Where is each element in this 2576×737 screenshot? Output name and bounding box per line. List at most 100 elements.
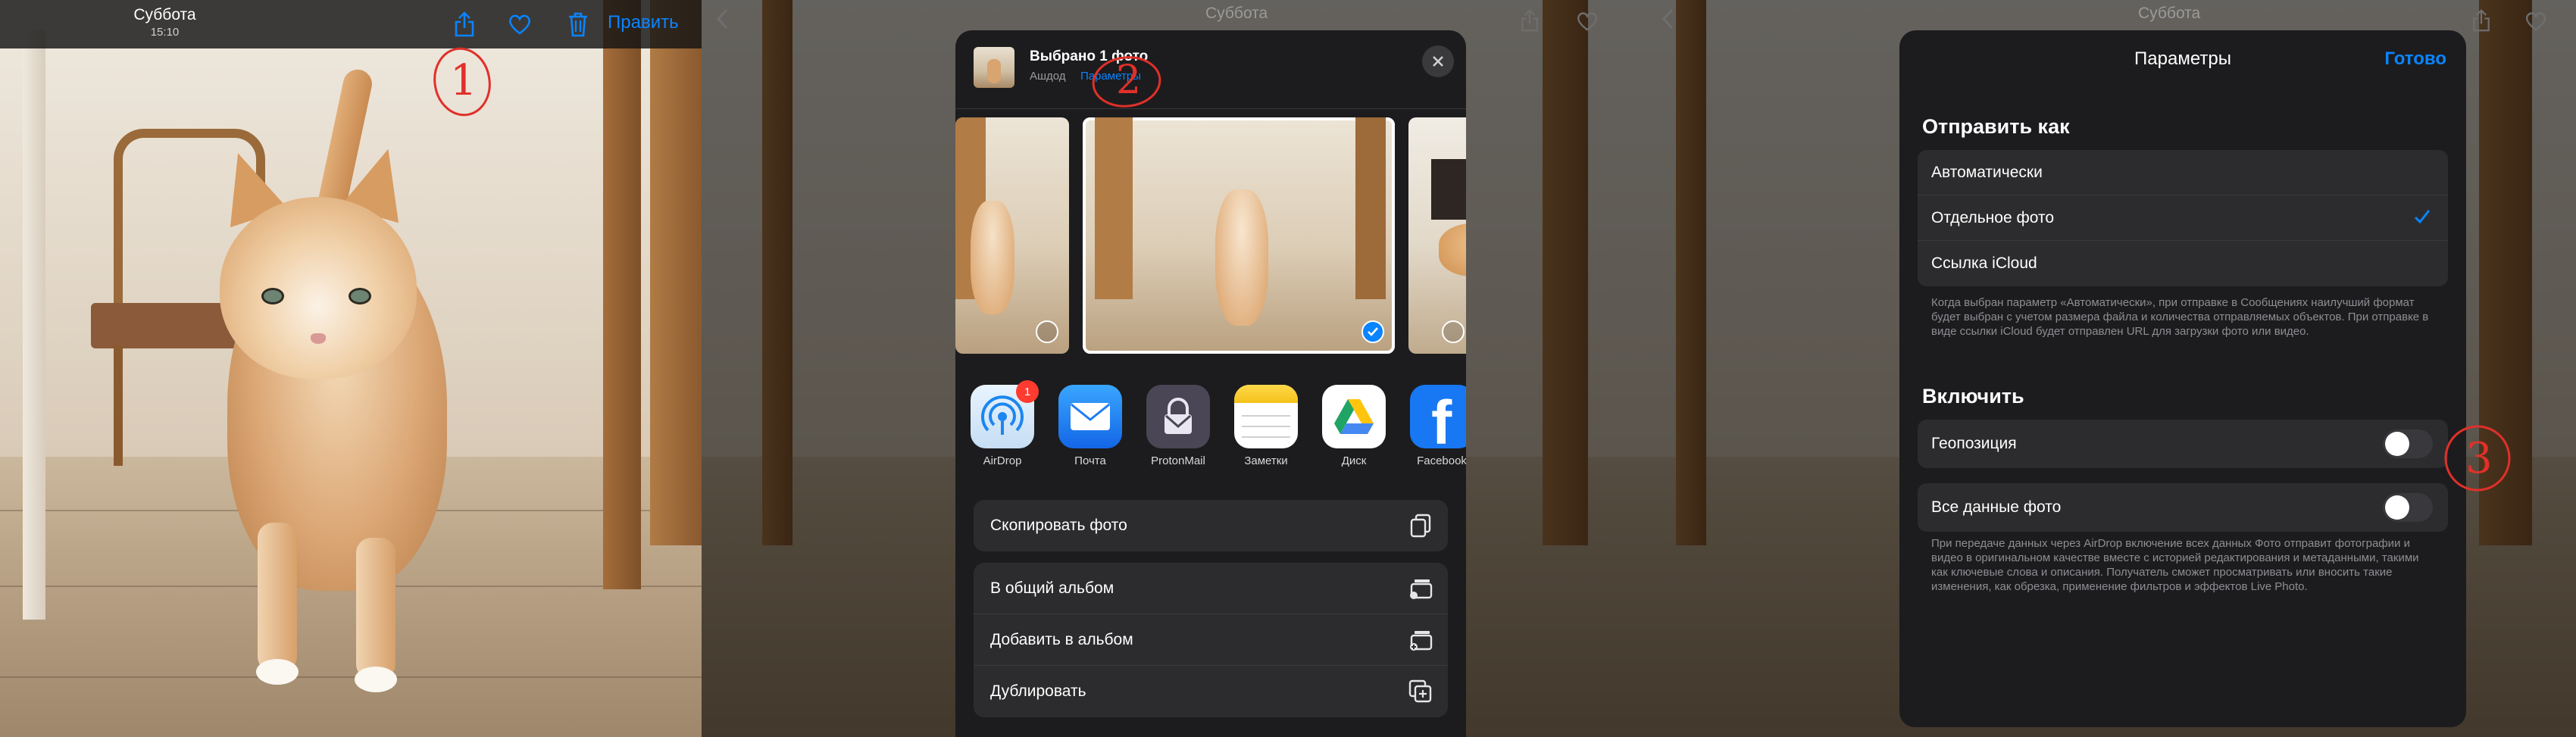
option-individual-photo[interactable]: Отдельное фото bbox=[1918, 195, 2448, 241]
cat-leg bbox=[258, 523, 297, 674]
share-sheet-panel: Суббота Выбрано 1 фото Ашдод Параметры 2 bbox=[702, 0, 1646, 737]
app-mail[interactable]: Почта bbox=[1054, 385, 1127, 467]
all-photo-data-label: Все данные фото bbox=[1931, 498, 2062, 516]
photo-doorframe bbox=[1095, 117, 1133, 299]
share-options-panel: Суббота Параметры Готово Отправить как А… bbox=[1646, 0, 2576, 737]
share-icon[interactable] bbox=[449, 9, 480, 39]
checkmark-icon bbox=[1368, 327, 1378, 336]
action-label: В общий альбом bbox=[990, 579, 1114, 597]
app-label: ProtonMail bbox=[1151, 454, 1205, 467]
options-sheet: Параметры Готово Отправить как Автоматич… bbox=[1899, 30, 2466, 727]
send-as-note: Когда выбран параметр «Автоматически», п… bbox=[1931, 296, 2429, 338]
share-sheet: Выбрано 1 фото Ашдод Параметры 2 1 AirDr… bbox=[955, 30, 1466, 737]
annotation-number: 1 bbox=[450, 56, 477, 105]
include-note: При передаче данных через AirDrop включе… bbox=[1931, 537, 2419, 593]
action-group-albums: В общий альбом Добавить в альбом Дублиро… bbox=[974, 563, 1448, 717]
include-heading: Включить bbox=[1922, 385, 2024, 408]
app-airdrop[interactable]: 1 AirDrop bbox=[966, 380, 1039, 467]
app-notes[interactable]: Заметки bbox=[1230, 385, 1302, 467]
done-button[interactable]: Готово bbox=[2384, 48, 2446, 70]
share-apps-row: 1 AirDrop Почта ProtonMail Заметки Диск … bbox=[955, 380, 1466, 506]
location-label: Геопозиция bbox=[1931, 435, 2017, 452]
back-icon bbox=[1662, 8, 1674, 30]
copy-icon bbox=[1410, 514, 1431, 538]
action-copy-photo[interactable]: Скопировать фото bbox=[974, 500, 1448, 551]
app-label: Facebook bbox=[1417, 454, 1466, 467]
select-circle[interactable] bbox=[1442, 320, 1465, 343]
checkmark-icon bbox=[2414, 210, 2431, 224]
annotation-circle-1: 1 bbox=[423, 42, 499, 126]
app-label: AirDrop bbox=[983, 454, 1022, 467]
option-automatic[interactable]: Автоматически bbox=[1918, 150, 2448, 195]
action-label: Добавить в альбом bbox=[990, 631, 1133, 648]
mail-icon bbox=[1058, 385, 1122, 448]
app-protonmail[interactable]: ProtonMail bbox=[1142, 385, 1215, 467]
action-add-to-album[interactable]: Добавить в альбом bbox=[974, 614, 1448, 666]
all-photo-data-toggle[interactable] bbox=[2383, 493, 2433, 522]
send-as-heading: Отправить как bbox=[1922, 115, 2070, 138]
location-row: Геопозиция bbox=[1918, 420, 2448, 468]
drive-icon bbox=[1322, 385, 1386, 448]
options-title: Параметры bbox=[2134, 48, 2231, 69]
select-circle-checked[interactable] bbox=[1361, 320, 1384, 343]
option-icloud-link[interactable]: Ссылка iCloud bbox=[1918, 241, 2448, 286]
all-photo-data-group: Все данные фото bbox=[1918, 483, 2448, 532]
trash-icon[interactable] bbox=[563, 9, 593, 39]
carousel-photo[interactable] bbox=[955, 117, 1069, 354]
select-circle[interactable] bbox=[1036, 320, 1058, 343]
send-as-group: Автоматически Отдельное фото Ссылка iClo… bbox=[1918, 150, 2448, 286]
notes-header bbox=[1234, 385, 1298, 403]
annotation-number: 2 bbox=[1116, 58, 1142, 103]
thumbnail-cat bbox=[987, 59, 1001, 83]
back-icon bbox=[716, 8, 728, 30]
photo-furniture bbox=[1431, 159, 1466, 220]
edit-button[interactable]: Править bbox=[608, 12, 679, 33]
dimmed-title: Суббота bbox=[2138, 5, 2201, 22]
add-album-icon bbox=[1410, 631, 1433, 651]
annotation-circle-2: 2 bbox=[1089, 52, 1165, 112]
share-icon bbox=[2473, 9, 2490, 32]
option-label: Автоматически bbox=[1931, 164, 2043, 181]
cat bbox=[174, 67, 492, 712]
location-toggle[interactable] bbox=[2383, 429, 2433, 458]
heart-icon[interactable] bbox=[505, 9, 535, 39]
app-label: Заметки bbox=[1244, 454, 1288, 467]
heart-icon bbox=[2525, 12, 2546, 31]
carousel-photo-selected[interactable] bbox=[1083, 117, 1395, 354]
annotation-number: 3 bbox=[2465, 434, 2493, 483]
notes-line bbox=[1242, 436, 1290, 438]
notification-badge: 1 bbox=[1016, 380, 1039, 403]
notes-line bbox=[1242, 426, 1290, 427]
close-button[interactable] bbox=[1422, 45, 1454, 77]
notes-icon bbox=[1234, 385, 1298, 448]
photo-time: 15:10 bbox=[150, 26, 180, 39]
selected-photo-thumbnail bbox=[974, 47, 1014, 88]
action-duplicate[interactable]: Дублировать bbox=[974, 666, 1448, 717]
action-label: Дублировать bbox=[990, 682, 1086, 700]
photo-doorframe bbox=[1355, 117, 1386, 299]
notes-line bbox=[1242, 415, 1290, 417]
photo-chair-leg bbox=[114, 345, 123, 466]
cat-photo[interactable] bbox=[0, 0, 702, 737]
shared-album-icon bbox=[1410, 579, 1433, 599]
app-label: Почта bbox=[1074, 454, 1106, 467]
share-icon bbox=[1521, 9, 1538, 32]
action-group-copy: Скопировать фото bbox=[974, 500, 1448, 551]
location-group: Геопозиция bbox=[1918, 420, 2448, 468]
cat-nose bbox=[311, 333, 326, 344]
thumbnail-cat bbox=[971, 201, 1014, 314]
action-shared-album[interactable]: В общий альбом bbox=[974, 563, 1448, 614]
location-label: Ашдод bbox=[1030, 70, 1066, 83]
close-icon bbox=[1433, 56, 1443, 67]
carousel-photo[interactable] bbox=[1408, 117, 1466, 354]
cat-paw bbox=[256, 659, 299, 685]
app-drive[interactable]: Диск bbox=[1318, 385, 1390, 467]
all-photo-data-row: Все данные фото bbox=[1918, 483, 2448, 532]
photo-toolbar: Суббота 15:10 Править bbox=[0, 0, 702, 48]
photo-date-title: Суббота bbox=[133, 6, 196, 23]
toggle-knob bbox=[2385, 432, 2409, 456]
photo-door-edge bbox=[603, 0, 641, 590]
photo-carousel bbox=[955, 117, 1466, 354]
thumbnail-cat bbox=[1439, 223, 1466, 276]
app-facebook[interactable]: f Facebook bbox=[1405, 385, 1466, 467]
